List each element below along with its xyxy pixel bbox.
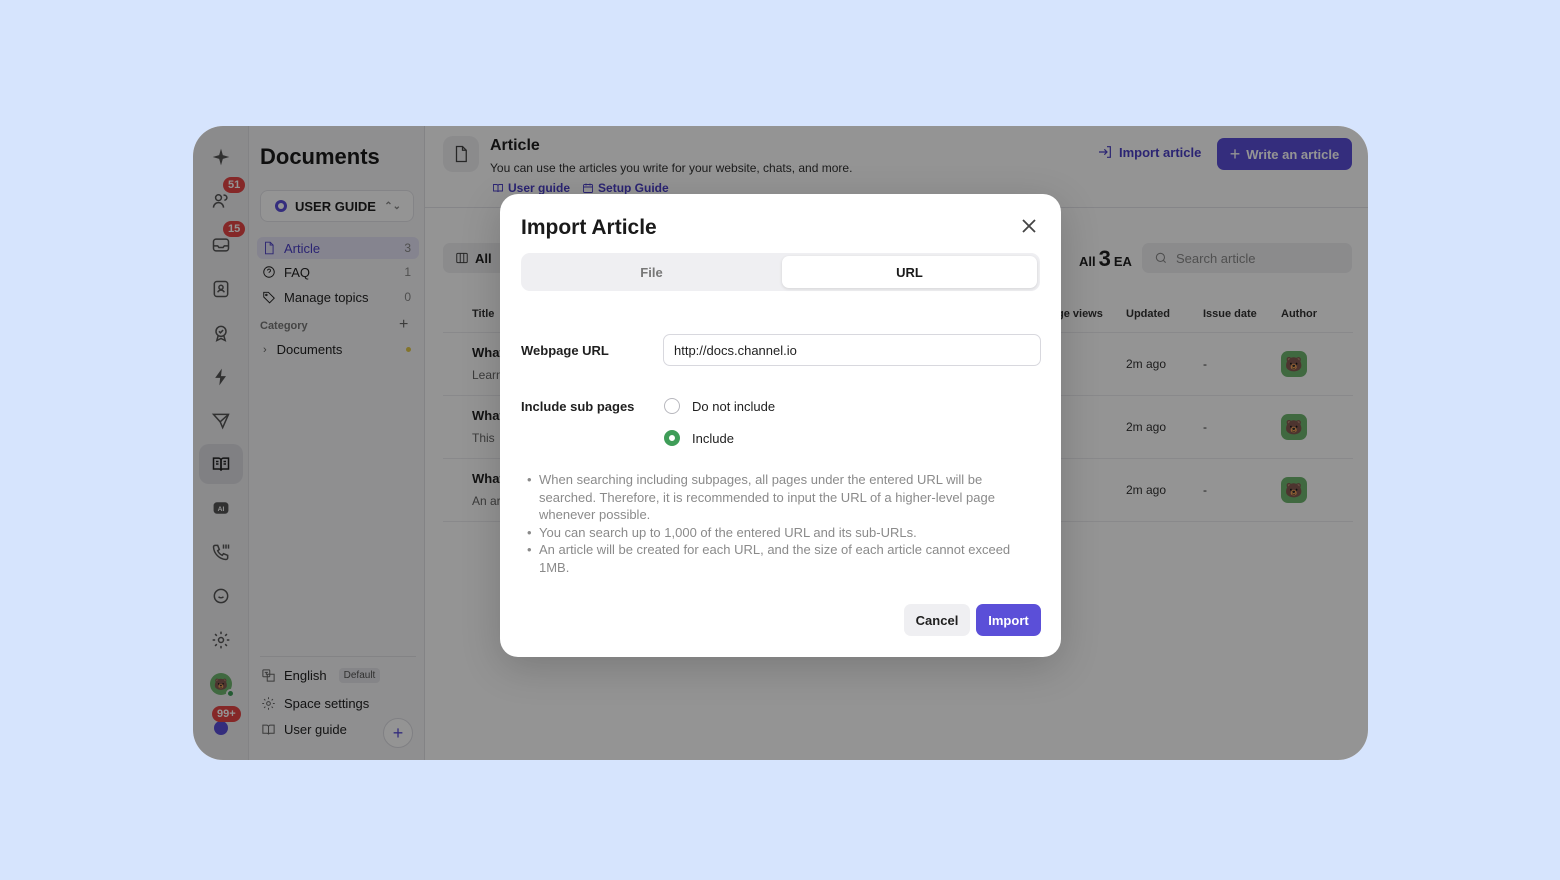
radio-do-not-include[interactable]: Do not include (664, 398, 775, 414)
radio-label: Do not include (692, 398, 776, 414)
list-item: You can search up to 1,000 of the entere… (527, 524, 1042, 542)
tab-url[interactable]: URL (782, 256, 1037, 288)
import-button[interactable]: Import (976, 604, 1041, 636)
radio-label: Include (692, 430, 734, 446)
radio-include[interactable]: Include (664, 430, 734, 446)
cancel-button[interactable]: Cancel (904, 604, 970, 636)
import-source-tabs: File URL (521, 253, 1040, 291)
radio-circle-selected (664, 430, 680, 446)
import-notes-list: When searching including subpages, all p… (527, 471, 1042, 576)
list-item: An article will be created for each URL,… (527, 541, 1042, 576)
radio-circle (664, 398, 680, 414)
webpage-url-input[interactable] (663, 334, 1041, 366)
tab-file[interactable]: File (524, 256, 779, 288)
import-article-modal: Import Article File URL Webpage URL Incl… (500, 194, 1061, 657)
webpage-url-label: Webpage URL (521, 343, 609, 358)
close-icon[interactable] (1019, 216, 1039, 236)
list-item: When searching including subpages, all p… (527, 471, 1042, 524)
include-sub-pages-label: Include sub pages (521, 399, 635, 414)
modal-title: Import Article (521, 216, 657, 239)
